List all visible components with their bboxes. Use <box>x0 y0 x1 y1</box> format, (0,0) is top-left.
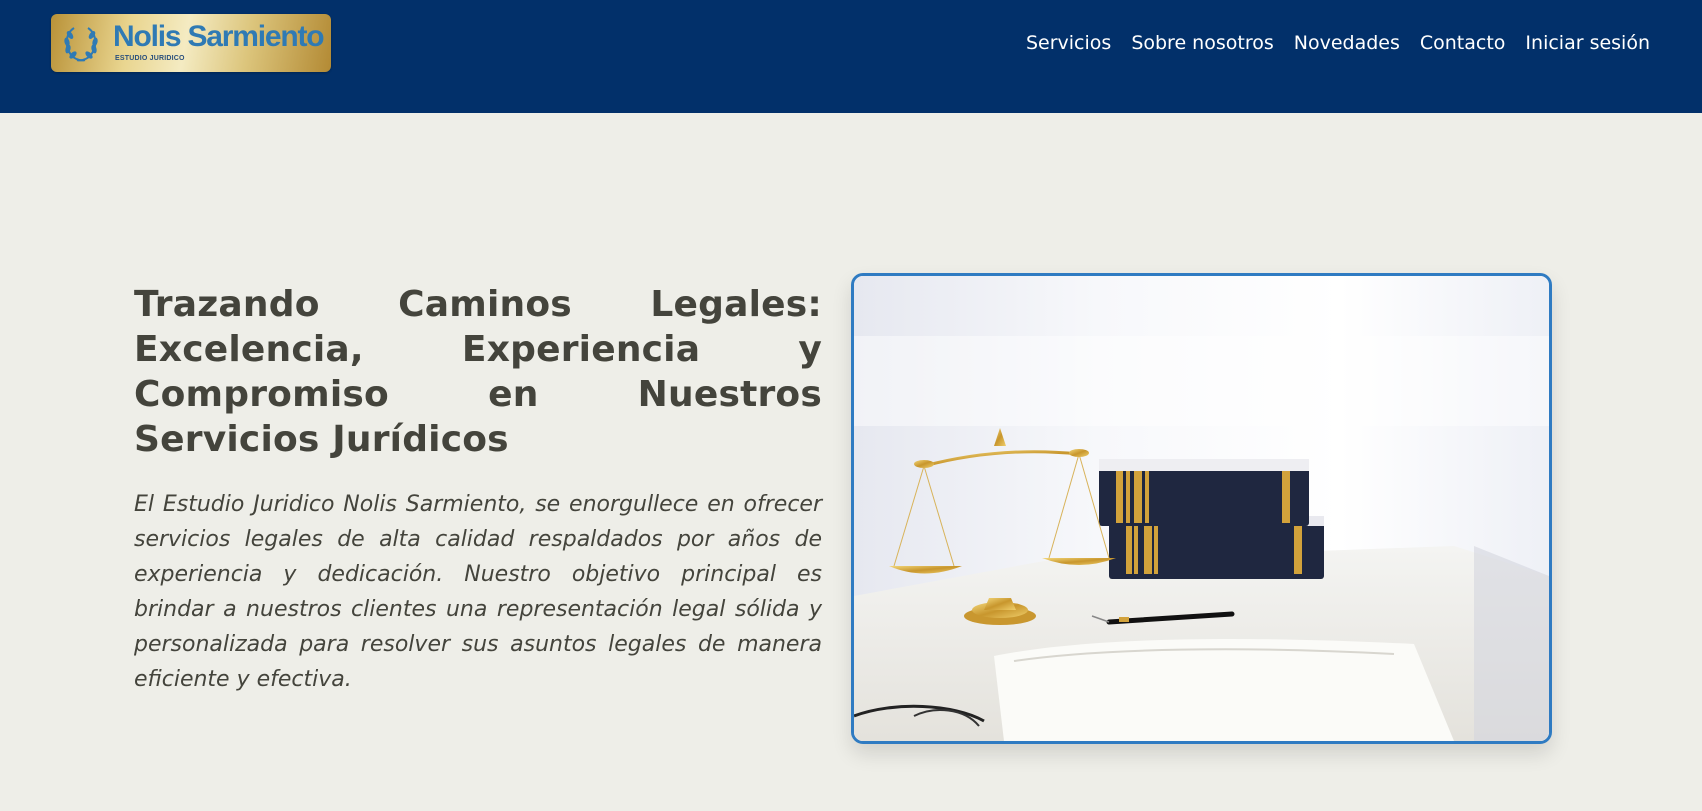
hero-title: Trazando Caminos Legales: Excelencia, Ex… <box>134 284 822 460</box>
laurel-wreath-icon <box>64 27 98 62</box>
brand-name: Nolis Sarmiento <box>113 20 325 53</box>
hero-description: El Estudio Juridico Nolis Sarmiento, se … <box>134 492 822 692</box>
hero-text-block: Trazando Caminos Legales: Excelencia, Ex… <box>134 282 822 697</box>
main-nav: Servicios Sobre nosotros Novedades Conta… <box>1026 30 1650 56</box>
scales-of-justice-photo <box>854 276 1549 741</box>
nav-link-sobre-nosotros[interactable]: Sobre nosotros <box>1131 30 1273 56</box>
site-header: Nolis Sarmiento ESTUDIO JURIDICO Servici… <box>0 0 1702 113</box>
nav-link-novedades[interactable]: Novedades <box>1294 30 1400 56</box>
hero-image <box>851 273 1552 744</box>
nav-link-contacto[interactable]: Contacto <box>1420 30 1506 56</box>
brand-logo[interactable]: Nolis Sarmiento ESTUDIO JURIDICO <box>51 14 331 72</box>
nav-link-servicios[interactable]: Servicios <box>1026 30 1111 56</box>
nav-link-iniciar-sesion[interactable]: Iniciar sesión <box>1525 30 1650 56</box>
brand-subtitle: ESTUDIO JURIDICO <box>115 55 185 62</box>
